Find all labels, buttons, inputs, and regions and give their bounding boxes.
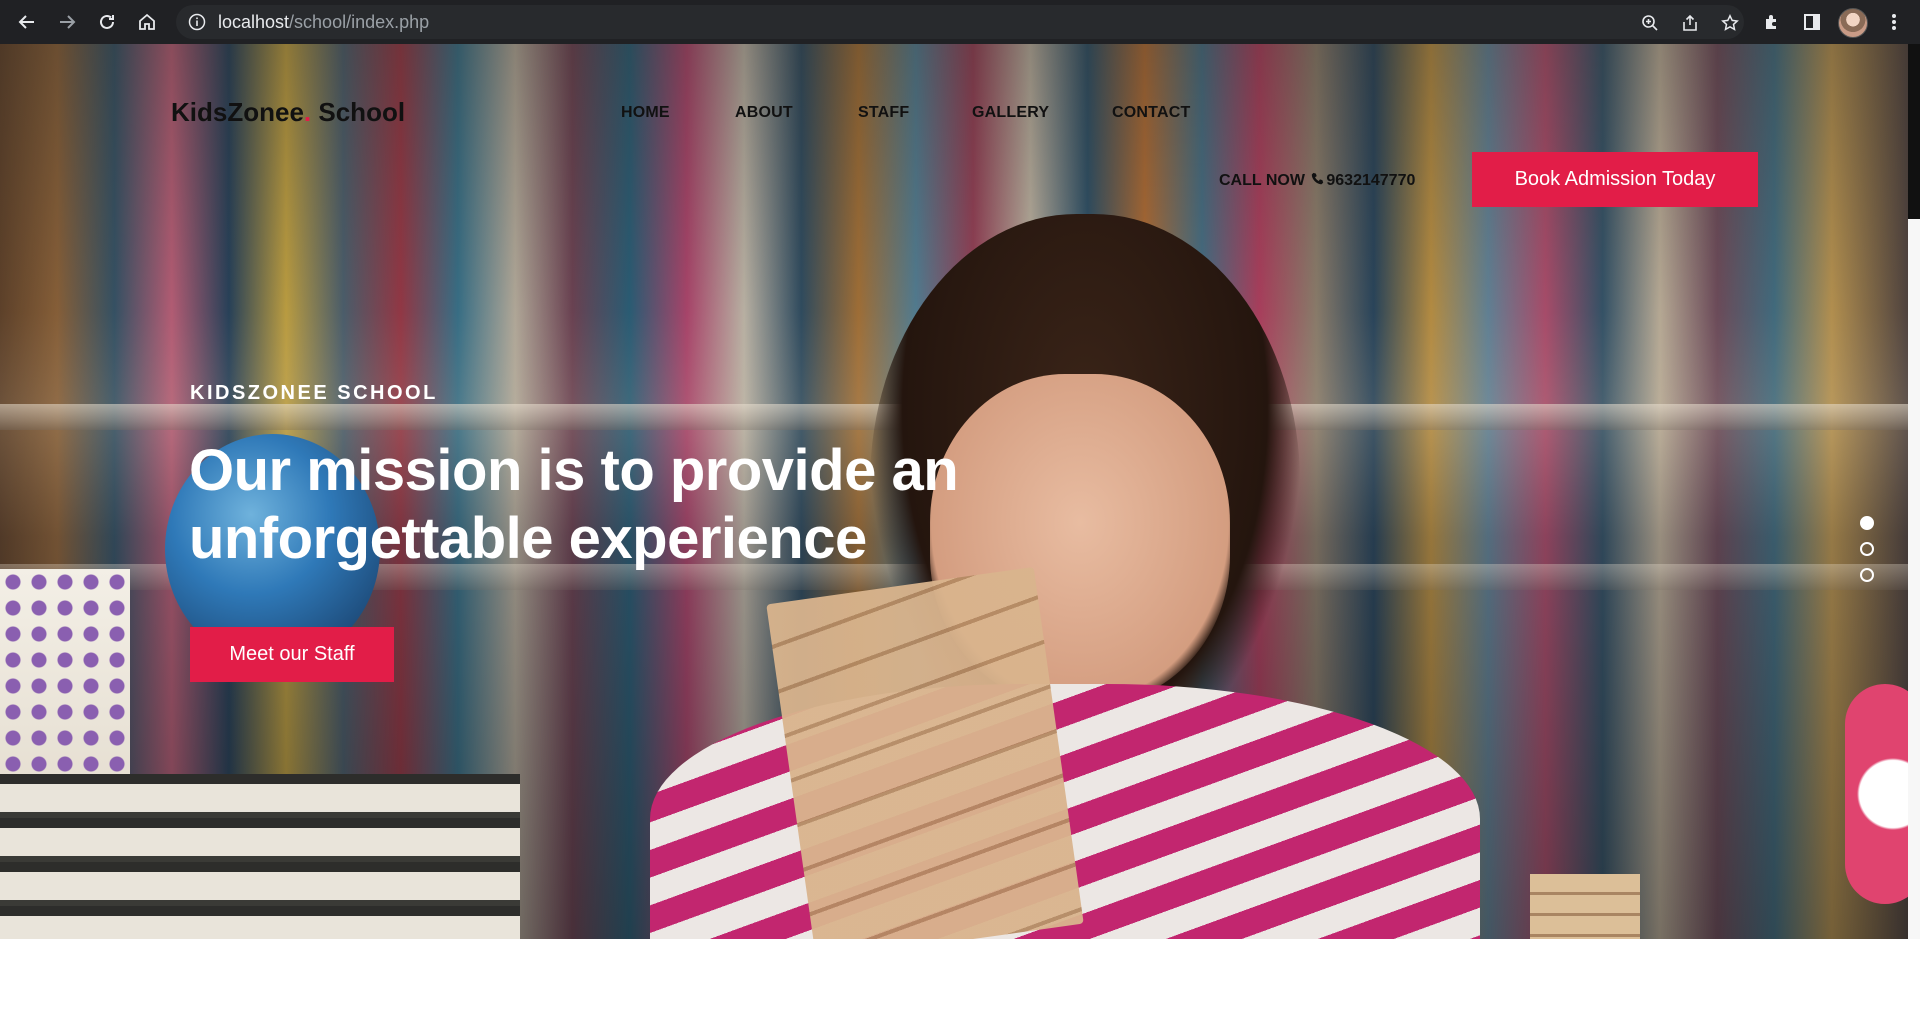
address-bar[interactable]: localhost/school/index.php <box>176 5 1744 39</box>
slider-dot-2[interactable] <box>1860 542 1874 556</box>
meet-staff-button[interactable]: Meet our Staff <box>190 627 394 682</box>
nav-about[interactable]: ABOUT <box>735 104 793 122</box>
profile-avatar[interactable] <box>1838 8 1868 38</box>
home-icon[interactable] <box>133 8 161 36</box>
nav-gallery[interactable]: GALLERY <box>972 104 1049 122</box>
site-info-icon[interactable] <box>188 13 206 31</box>
url-host: localhost <box>218 12 290 32</box>
url-text[interactable]: localhost/school/index.php <box>218 13 429 31</box>
logo-text-part1: KidsZonee <box>171 97 304 127</box>
site-logo[interactable]: KidsZonee. School <box>171 97 405 128</box>
hero-photo-books <box>0 774 520 939</box>
back-icon[interactable] <box>13 8 41 36</box>
zoom-icon[interactable] <box>1639 12 1661 34</box>
hero-photo-number-blocks <box>1530 874 1640 939</box>
slider-dot-1[interactable] <box>1860 516 1874 530</box>
book-admission-button[interactable]: Book Admission Today <box>1472 152 1758 207</box>
page-scrollbar-thumb[interactable] <box>1908 44 1920 219</box>
call-now[interactable]: CALL NOW 9632147770 <box>1219 172 1415 190</box>
hero-photo-clock <box>1845 684 1908 904</box>
hero-photo-blocks <box>766 566 1084 939</box>
nav-staff[interactable]: STAFF <box>858 104 909 122</box>
phone-icon <box>1311 172 1324 190</box>
extensions-icon[interactable] <box>1760 10 1784 34</box>
share-icon[interactable] <box>1679 12 1701 34</box>
phone-number: 9632147770 <box>1326 172 1416 189</box>
hero-photo-pencil-cup <box>0 569 130 784</box>
side-panel-icon[interactable] <box>1800 10 1824 34</box>
browser-toolbar: localhost/school/index.php <box>0 0 1920 44</box>
forward-icon[interactable] <box>53 8 81 36</box>
menu-kebab-icon[interactable] <box>1882 10 1906 34</box>
page-scrollbar-track[interactable] <box>1908 219 1920 939</box>
nav-home[interactable]: HOME <box>621 104 670 122</box>
bookmark-star-icon[interactable] <box>1719 12 1741 34</box>
hero-headline: Our mission is to provide an unforgettab… <box>189 438 959 571</box>
logo-text-part2: School <box>311 97 406 127</box>
reload-icon[interactable] <box>93 8 121 36</box>
call-now-label: CALL NOW <box>1219 172 1305 189</box>
nav-contact[interactable]: CONTACT <box>1112 104 1190 122</box>
hero-eyebrow: KIDSZONEE SCHOOL <box>190 382 438 404</box>
url-path: /school/index.php <box>289 12 430 32</box>
slider-dot-3[interactable] <box>1860 568 1874 582</box>
